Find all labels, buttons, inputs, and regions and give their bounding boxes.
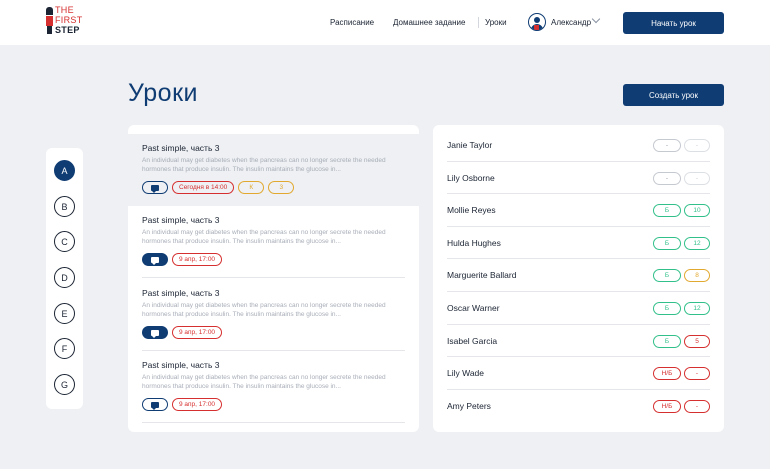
attendance-badge[interactable]: Б — [653, 204, 681, 218]
student-name: Oscar Warner — [447, 303, 500, 313]
student-row[interactable]: Lily Wade Н/Б - — [433, 357, 724, 390]
top-header: THE FIRST STEP Расписание Домашнее задан… — [0, 0, 770, 45]
student-row[interactable]: Hulda Hughes Б 12 — [433, 227, 724, 260]
lesson-item[interactable]: Past simple, часть 3 An individual may g… — [128, 134, 419, 206]
lesson-date-badge: 9 апр, 17:00 — [172, 326, 223, 339]
student-row[interactable]: Janie Taylor - - — [433, 129, 724, 162]
student-row[interactable]: Amy Peters Н/Б - — [433, 390, 724, 423]
divider — [142, 422, 405, 423]
brand-line-3: STEP — [55, 25, 80, 35]
student-row[interactable]: Isabel Garcia Б 5 — [433, 325, 724, 358]
nav-lessons[interactable]: Уроки — [485, 18, 507, 27]
nav-schedule[interactable]: Расписание — [330, 18, 374, 27]
lesson-item[interactable]: Past simple, часть 3 An individual may g… — [128, 206, 419, 278]
grade-badge[interactable]: 12 — [684, 236, 710, 250]
attendance-badge[interactable]: - — [653, 139, 681, 152]
lesson-item[interactable]: Past simple, часть 3 An individual may g… — [128, 279, 419, 351]
lesson-description: An individual may get diabetes when the … — [142, 229, 386, 245]
grade-badge[interactable]: 10 — [684, 204, 710, 218]
brand-line-1: THE — [55, 5, 74, 15]
student-name: Amy Peters — [447, 400, 491, 411]
grade-badge[interactable]: - — [684, 399, 710, 413]
letter-g[interactable]: G — [54, 374, 75, 395]
guard-icon — [46, 7, 53, 35]
letter-f[interactable]: F — [54, 338, 75, 359]
attendance-badge[interactable]: Б — [653, 334, 681, 348]
student-row[interactable]: Oscar Warner Б 12 — [433, 292, 724, 325]
letter-filter: A B C D E F G — [46, 148, 83, 409]
student-name: Mollie Reyes — [447, 205, 496, 216]
nav-homework[interactable]: Домашнее задание — [393, 18, 465, 27]
brand-logo[interactable]: THE FIRST STEP — [46, 5, 86, 39]
letter-a[interactable]: A — [54, 160, 75, 181]
grade-badge[interactable]: - — [684, 139, 710, 152]
student-name: Lily Osborne — [447, 172, 495, 183]
lesson-date-badge: 9 апр, 17:00 — [172, 398, 223, 411]
chat-icon[interactable] — [142, 398, 168, 411]
lesson-date-badge: Сегодня в 14:00 — [172, 181, 235, 194]
attendance-badge[interactable]: Н/Б — [653, 399, 681, 413]
grade-badge[interactable]: 8 — [684, 269, 710, 283]
lesson-title: Past simple, часть 3 — [142, 360, 220, 370]
attendance-badge[interactable]: Б — [653, 236, 681, 250]
lesson-type-badge: К — [238, 181, 265, 194]
grade-badge[interactable]: - — [684, 171, 710, 185]
students-list: Janie Taylor - - Lily Osborne - - Mollie… — [433, 125, 724, 432]
grade-badge[interactable]: - — [684, 367, 710, 381]
chat-icon[interactable] — [142, 253, 168, 266]
lesson-description: An individual may get diabetes when the … — [142, 302, 386, 318]
student-row[interactable]: Marguerite Ballard Б 8 — [433, 259, 724, 292]
student-name: Hulda Hughes — [447, 237, 501, 248]
chat-icon[interactable] — [142, 181, 168, 194]
student-row[interactable]: Mollie Reyes Б 10 — [433, 194, 724, 227]
create-lesson-button[interactable]: Создать урок — [623, 84, 724, 106]
lesson-title: Past simple, часть 3 — [142, 288, 220, 298]
start-lesson-button[interactable]: Начать урок — [623, 12, 724, 34]
attendance-badge[interactable]: - — [653, 171, 681, 185]
divider — [142, 277, 405, 278]
user-avatar[interactable] — [528, 13, 546, 31]
student-name: Janie Taylor — [447, 140, 493, 150]
grade-badge[interactable]: 12 — [684, 302, 710, 315]
lesson-description: An individual may get diabetes when the … — [142, 374, 386, 390]
chat-icon[interactable] — [142, 326, 168, 339]
page-title: Уроки — [128, 79, 198, 107]
attendance-badge[interactable]: Б — [653, 269, 681, 283]
lesson-item[interactable]: Past simple, часть 3 An individual may g… — [128, 351, 419, 423]
attendance-badge[interactable]: Б — [653, 302, 681, 315]
lesson-title: Past simple, часть 3 — [142, 143, 220, 153]
lesson-date-badge: 9 апр, 17:00 — [172, 253, 223, 266]
lesson-grade-badge: 3 — [268, 181, 295, 194]
student-name: Marguerite Ballard — [447, 270, 517, 281]
student-name: Lily Wade — [447, 368, 485, 379]
letter-d[interactable]: D — [54, 267, 75, 288]
lesson-description: An individual may get diabetes when the … — [142, 157, 386, 173]
student-name: Isabel Garcia — [447, 335, 498, 346]
letter-c[interactable]: C — [54, 231, 75, 252]
brand-line-2: FIRST — [55, 15, 83, 25]
letter-e[interactable]: E — [54, 303, 75, 324]
grade-badge[interactable]: 5 — [684, 334, 710, 348]
student-row[interactable]: Lily Osborne - - — [433, 162, 724, 195]
user-name[interactable]: Александр — [551, 18, 591, 27]
letter-b[interactable]: B — [54, 196, 75, 217]
nav-divider — [478, 17, 479, 28]
lessons-list: Past simple, часть 3 An individual may g… — [128, 125, 419, 432]
attendance-badge[interactable]: Н/Б — [653, 367, 681, 381]
lesson-title: Past simple, часть 3 — [142, 215, 220, 225]
chevron-down-icon[interactable] — [591, 14, 601, 24]
